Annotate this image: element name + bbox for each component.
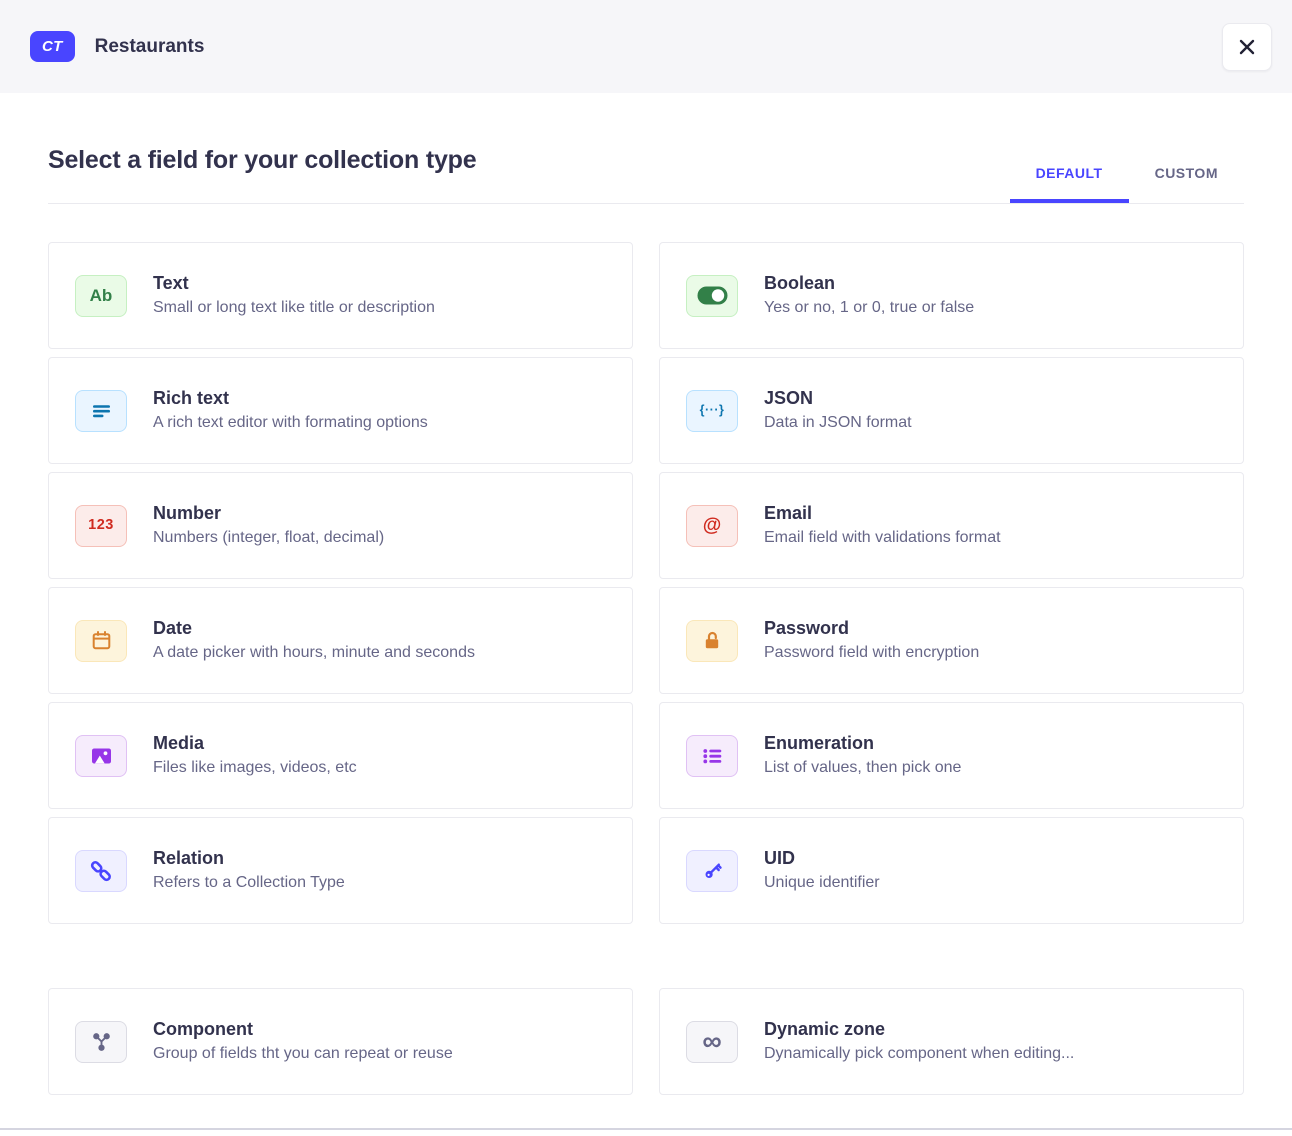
bullet-list-icon — [686, 735, 738, 777]
field-card-title: Media — [153, 732, 357, 754]
text-ab-icon: Ab — [75, 275, 127, 317]
field-card-title: Password — [764, 617, 979, 639]
close-button[interactable] — [1222, 23, 1272, 71]
field-card-description: Yes or no, 1 or 0, true or false — [764, 297, 974, 319]
field-card-title: UID — [764, 847, 880, 869]
toggle-on-icon — [686, 275, 738, 317]
collection-type-badge: CT — [30, 31, 75, 62]
field-card-description: Email field with validations format — [764, 527, 1001, 549]
field-card-component[interactable]: Component Group of fields tht you can re… — [48, 988, 633, 1095]
close-icon — [1238, 38, 1256, 56]
bottom-divider — [0, 1128, 1292, 1130]
collection-title: Restaurants — [95, 36, 205, 58]
field-card-relation[interactable]: Relation Refers to a Collection Type — [48, 817, 633, 924]
number-123-icon: 123 — [75, 505, 127, 547]
field-card-description: Files like images, videos, etc — [153, 757, 357, 779]
field-card-description: Password field with encryption — [764, 642, 979, 664]
field-card-description: Group of fields tht you can repeat or re… — [153, 1043, 453, 1065]
field-card-description: Refers to a Collection Type — [153, 872, 345, 894]
field-card-description: List of values, then pick one — [764, 757, 961, 779]
field-card-description: A date picker with hours, minute and sec… — [153, 642, 475, 664]
field-card-description: Numbers (integer, float, decimal) — [153, 527, 384, 549]
field-card-password[interactable]: Password Password field with encryption — [659, 587, 1244, 694]
field-card-date[interactable]: Date A date picker with hours, minute an… — [48, 587, 633, 694]
custom-fields-grid: Component Group of fields tht you can re… — [48, 988, 1244, 1095]
field-card-title: Dynamic zone — [764, 1018, 1074, 1040]
infinity-icon: ∞ — [686, 1021, 738, 1063]
field-card-richtext[interactable]: Rich text A rich text editor with format… — [48, 357, 633, 464]
field-card-dynamiczone[interactable]: ∞ Dynamic zone Dynamically pick componen… — [659, 988, 1244, 1095]
branch-icon — [75, 1021, 127, 1063]
tab-custom[interactable]: CUSTOM — [1129, 165, 1244, 203]
calendar-icon — [75, 620, 127, 662]
field-card-title: Rich text — [153, 387, 428, 409]
field-card-email[interactable]: @ Email Email field with validations for… — [659, 472, 1244, 579]
curly-braces-icon: {···} — [686, 390, 738, 432]
field-card-number[interactable]: 123 Number Numbers (integer, float, deci… — [48, 472, 633, 579]
field-card-title: Enumeration — [764, 732, 961, 754]
field-card-title: JSON — [764, 387, 912, 409]
field-card-description: Small or long text like title or descrip… — [153, 297, 435, 319]
field-card-title: Email — [764, 502, 1001, 524]
tab-default[interactable]: DEFAULT — [1010, 165, 1129, 203]
field-card-description: Dynamically pick component when editing.… — [764, 1043, 1074, 1065]
modal-header: CT Restaurants — [0, 0, 1292, 93]
key-icon — [686, 850, 738, 892]
field-card-text[interactable]: Ab Text Small or long text like title or… — [48, 242, 633, 349]
field-card-media[interactable]: Media Files like images, videos, etc — [48, 702, 633, 809]
modal-body: Select a field for your collection type … — [0, 146, 1292, 1095]
field-card-description: A rich text editor with formating option… — [153, 412, 428, 434]
chain-link-icon — [75, 850, 127, 892]
field-card-title: Boolean — [764, 272, 974, 294]
at-sign-icon: @ — [686, 505, 738, 547]
field-card-description: Data in JSON format — [764, 412, 912, 434]
heading-row: Select a field for your collection type … — [48, 146, 1244, 204]
tab-bar: DEFAULT CUSTOM — [1010, 165, 1244, 203]
lock-icon — [686, 620, 738, 662]
text-lines-icon — [75, 390, 127, 432]
field-card-boolean[interactable]: Boolean Yes or no, 1 or 0, true or false — [659, 242, 1244, 349]
field-card-description: Unique identifier — [764, 872, 880, 894]
field-card-title: Date — [153, 617, 475, 639]
page-title: Select a field for your collection type — [48, 146, 476, 175]
field-card-uid[interactable]: UID Unique identifier — [659, 817, 1244, 924]
field-card-title: Relation — [153, 847, 345, 869]
picture-icon — [75, 735, 127, 777]
field-card-title: Component — [153, 1018, 453, 1040]
field-card-title: Number — [153, 502, 384, 524]
default-fields-grid: Ab Text Small or long text like title or… — [48, 242, 1244, 924]
field-card-enumeration[interactable]: Enumeration List of values, then pick on… — [659, 702, 1244, 809]
field-card-json[interactable]: {···} JSON Data in JSON format — [659, 357, 1244, 464]
field-card-title: Text — [153, 272, 435, 294]
